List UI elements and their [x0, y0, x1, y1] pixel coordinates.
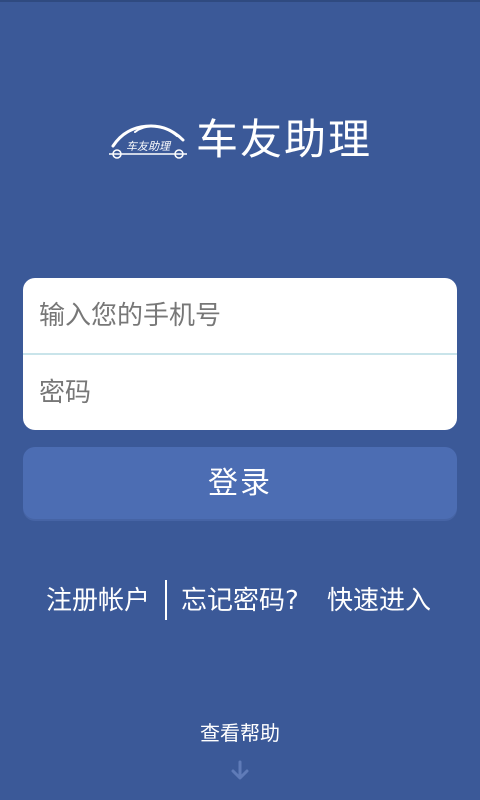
password-field[interactable] — [23, 355, 457, 430]
link-separator — [165, 580, 167, 620]
password-input[interactable] — [39, 378, 439, 408]
register-link[interactable]: 注册帐户 — [46, 578, 150, 624]
account-links: 注册帐户 忘记密码? 快速进入 — [0, 578, 480, 624]
app-header: 车友助理 车友助理 — [0, 108, 480, 172]
login-form — [23, 278, 457, 430]
status-bar — [0, 0, 480, 2]
phone-input[interactable] — [39, 301, 439, 331]
phone-field[interactable] — [23, 278, 457, 354]
login-button[interactable]: 登录 — [23, 447, 457, 521]
car-logo-icon: 车友助理 — [109, 124, 187, 159]
quick-entry-link[interactable]: 快速进入 — [327, 578, 431, 624]
help-link[interactable]: 查看帮助 — [0, 718, 480, 748]
forgot-password-link[interactable]: 忘记密码? — [181, 578, 299, 624]
app-title: 车友助理 — [196, 115, 373, 164]
arrow-down-icon[interactable] — [230, 760, 250, 782]
svg-text:车友助理: 车友助理 — [126, 140, 172, 153]
